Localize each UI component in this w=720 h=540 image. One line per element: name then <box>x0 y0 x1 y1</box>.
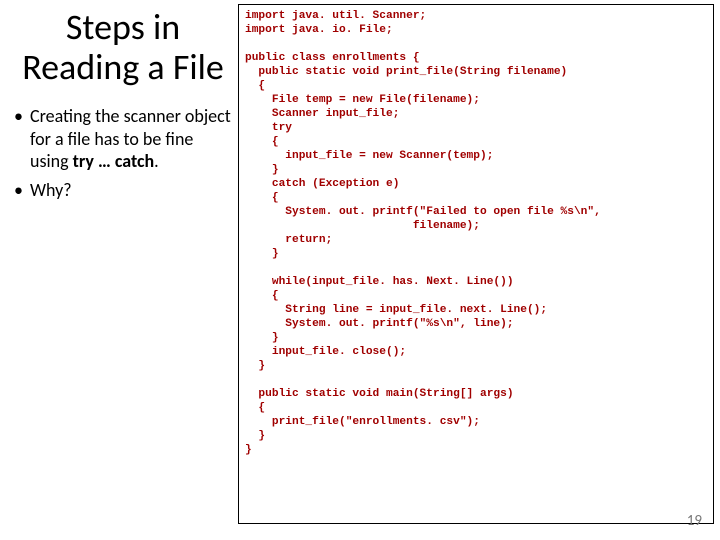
list-item: Creating the scanner object for a file h… <box>14 105 232 173</box>
slide-title: Steps in Reading a File <box>14 8 232 105</box>
right-column: import java. util. Scanner; import java.… <box>238 0 720 540</box>
slide: Steps in Reading a File Creating the sca… <box>0 0 720 540</box>
page-number: 19 <box>687 512 702 530</box>
bullet-text-pre: Why? <box>30 179 72 201</box>
bullet-list: Creating the scanner object for a file h… <box>14 105 232 201</box>
bullet-text-post: . <box>154 150 159 172</box>
left-column: Steps in Reading a File Creating the sca… <box>0 0 238 540</box>
list-item: Why? <box>14 179 232 202</box>
code-block: import java. util. Scanner; import java.… <box>238 4 714 524</box>
bullet-text-bold: try … catch <box>73 150 155 172</box>
